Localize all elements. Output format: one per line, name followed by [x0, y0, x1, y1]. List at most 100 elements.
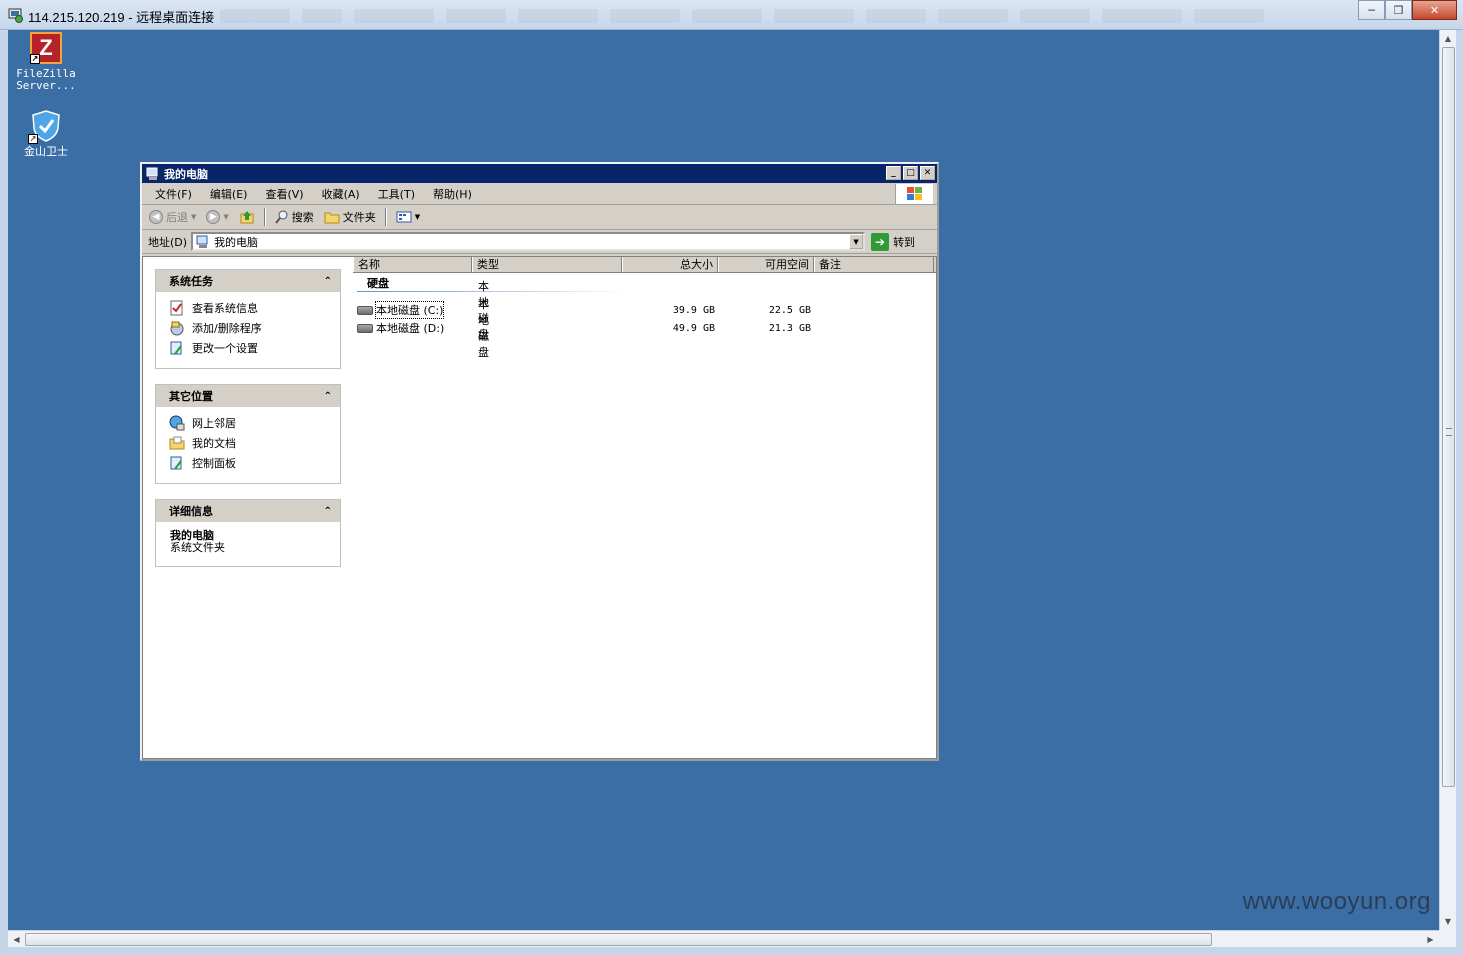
- rdp-restore-button[interactable]: ❐: [1385, 0, 1412, 20]
- explorer-minimize-button[interactable]: _: [886, 166, 901, 180]
- rdp-close-button[interactable]: ✕: [1412, 0, 1457, 20]
- toolbar-separator: [263, 208, 266, 226]
- my-computer-icon: [196, 235, 208, 248]
- panel-title: 其它位置: [169, 390, 213, 403]
- drive-free-space: 21.3 GB: [768, 322, 811, 334]
- place-label: 控制面板: [192, 457, 236, 470]
- place-network[interactable]: 网上邻居: [169, 413, 340, 433]
- column-total-size[interactable]: 总大小: [622, 257, 718, 272]
- collapse-icon[interactable]: ⌃: [324, 276, 332, 287]
- views-button[interactable]: ▼: [393, 207, 423, 227]
- rdp-minimize-button[interactable]: ─: [1358, 0, 1385, 20]
- collapse-icon[interactable]: ⌃: [324, 391, 332, 402]
- table-row[interactable]: 本地磁盘 (C:) 本地磁盘 39.9 GB 22.5 GB: [357, 280, 811, 341]
- other-places-panel: 其它位置 ⌃ 网上邻居 我的文档 控制面板: [155, 384, 341, 484]
- task-add-remove-programs[interactable]: 添加/删除程序: [169, 318, 340, 338]
- remote-desktop-icon: [8, 8, 23, 23]
- vertical-scrollbar[interactable]: ▲ ▼: [1439, 30, 1456, 930]
- go-label: 转到: [893, 235, 916, 249]
- drive-total-size: 39.9 GB: [672, 304, 715, 316]
- collapse-icon[interactable]: ⌃: [324, 506, 332, 517]
- search-button[interactable]: 搜索: [272, 207, 317, 227]
- place-label: 我的文档: [192, 437, 236, 450]
- column-name[interactable]: 名称: [353, 257, 472, 272]
- column-headers: 名称 类型 总大小 可用空间 备注: [353, 257, 936, 273]
- address-label: 地址(D): [148, 235, 188, 249]
- explorer-window: 我的电脑 _ □ ✕ 文件(F) 编辑(E) 查看(V) 收藏(A) 工具(T)…: [140, 162, 939, 761]
- desktop-icon-label: 金山卫士: [24, 145, 68, 158]
- remote-desktop: Z ↗ FileZilla Server... ↗ 金山卫士 我的电脑 _ □: [8, 30, 1439, 930]
- desktop-icon-kingsoft-guard[interactable]: ↗ 金山卫士: [8, 110, 84, 158]
- folders-button[interactable]: 文件夹: [321, 207, 379, 227]
- horizontal-scroll-thumb[interactable]: [25, 933, 1212, 946]
- hard-disk-icon: [357, 323, 373, 333]
- panel-title: 详细信息: [169, 505, 213, 518]
- place-control-panel[interactable]: 控制面板: [169, 453, 340, 473]
- column-comments[interactable]: 备注: [814, 257, 934, 272]
- menu-file[interactable]: 文件(F): [146, 186, 201, 202]
- address-dropdown-button[interactable]: ▼: [849, 234, 864, 249]
- task-change-setting[interactable]: 更改一个设置: [169, 338, 340, 358]
- menu-view[interactable]: 查看(V): [256, 186, 312, 202]
- explorer-titlebar[interactable]: 我的电脑 _ □ ✕: [142, 164, 937, 183]
- back-arrow-icon: ◀: [149, 210, 163, 224]
- up-folder-icon: [240, 211, 254, 224]
- control-panel-icon: [170, 341, 182, 355]
- folder-icon: [324, 212, 340, 224]
- drive-free-space: 22.5 GB: [768, 304, 811, 316]
- scroll-right-icon[interactable]: ▶: [1422, 931, 1439, 948]
- drive-type: 本地磁盘: [478, 298, 489, 359]
- explorer-close-button[interactable]: ✕: [920, 166, 935, 180]
- background-taskbar-ghosts: [220, 9, 1264, 23]
- task-view-system-info[interactable]: 查看系统信息: [169, 298, 340, 318]
- menubar: 文件(F) 编辑(E) 查看(V) 收藏(A) 工具(T) 帮助(H): [142, 183, 937, 205]
- scrollbar-corner: [1439, 930, 1456, 947]
- menu-edit[interactable]: 编辑(E): [201, 186, 257, 202]
- vertical-scroll-thumb[interactable]: [1442, 47, 1455, 787]
- column-free-space[interactable]: 可用空间: [718, 257, 814, 272]
- desktop-icon-filezilla[interactable]: Z ↗ FileZilla Server...: [8, 32, 84, 92]
- windows-logo-icon: [895, 184, 933, 204]
- address-value: 我的电脑: [214, 235, 259, 249]
- watermark: www.wooyun.org: [1242, 888, 1431, 915]
- back-button[interactable]: ◀ 后退 ▼: [146, 207, 199, 227]
- window-frame-left: [0, 30, 8, 947]
- menu-tools[interactable]: 工具(T): [369, 186, 424, 202]
- up-folder-button[interactable]: [236, 207, 258, 227]
- address-bar: 地址(D) 我的电脑 ▼ ➔ 转到: [142, 230, 937, 254]
- scroll-left-icon[interactable]: ◀: [8, 931, 25, 948]
- table-row[interactable]: 本地磁盘 (D:) 本地磁盘 49.9 GB 21.3 GB: [357, 298, 811, 359]
- scroll-down-icon[interactable]: ▼: [1440, 913, 1456, 930]
- column-type[interactable]: 类型: [472, 257, 622, 272]
- scroll-up-icon[interactable]: ▲: [1440, 30, 1456, 47]
- explorer-maximize-button[interactable]: □: [903, 166, 918, 180]
- drive-name: 本地磁盘 (C:): [374, 301, 445, 319]
- system-tasks-header[interactable]: 系统任务 ⌃: [156, 270, 340, 292]
- dropdown-arrow-icon: ▼: [191, 213, 197, 221]
- task-label: 更改一个设置: [192, 342, 258, 355]
- dropdown-arrow-icon: ▼: [223, 213, 229, 221]
- task-pane: 系统任务 ⌃ 查看系统信息 添加/删除程序 更改一个设置 其它位置 ⌃ 网上邻居…: [143, 257, 353, 758]
- shortcut-arrow-icon: ↗: [30, 54, 40, 64]
- panel-title: 系统任务: [169, 275, 213, 288]
- shield-icon: ↗: [28, 110, 62, 144]
- horizontal-scrollbar[interactable]: ◀ ▶: [8, 930, 1439, 947]
- menu-favorites[interactable]: 收藏(A): [313, 186, 369, 202]
- toolbar: ◀ 后退 ▼ ▶ ▼ 搜索 文件夹 ▼: [142, 205, 937, 230]
- drive-name: 本地磁盘 (D:): [376, 322, 445, 335]
- system-info-icon: [170, 300, 183, 316]
- place-label: 网上邻居: [192, 417, 236, 430]
- my-computer-icon: [146, 167, 158, 180]
- desktop-icon-label-2: Server...: [16, 79, 76, 92]
- hard-disk-icon: [357, 305, 373, 315]
- go-button[interactable]: ➔ 转到: [871, 232, 916, 251]
- details-header[interactable]: 详细信息 ⌃: [156, 500, 340, 522]
- folders-label: 文件夹: [342, 211, 376, 224]
- other-places-header[interactable]: 其它位置 ⌃: [156, 385, 340, 407]
- toolbar-separator: [384, 208, 387, 226]
- address-input[interactable]: 我的电脑 ▼: [191, 232, 866, 251]
- menu-help[interactable]: 帮助(H): [424, 186, 481, 202]
- forward-button[interactable]: ▶ ▼: [203, 207, 231, 227]
- network-icon: [169, 415, 185, 431]
- place-my-documents[interactable]: 我的文档: [169, 433, 340, 453]
